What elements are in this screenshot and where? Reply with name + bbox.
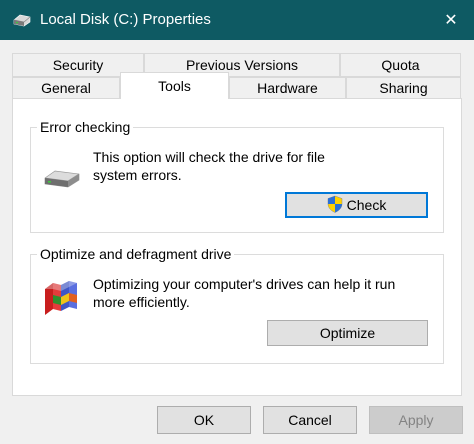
drive-icon [43, 166, 81, 195]
defrag-icon [41, 275, 85, 320]
optimize-group: Optimize and defragment drive Optimizing… [30, 246, 444, 364]
error-checking-description-line2: system errors. [93, 167, 182, 183]
optimize-description-line2: more efficiently. [93, 294, 190, 310]
uac-shield-icon [327, 195, 343, 216]
properties-window: Local Disk (C:) Properties ✕ Security Pr… [0, 0, 474, 444]
title-bar[interactable]: Local Disk (C:) Properties ✕ [0, 0, 474, 40]
error-checking-title: Error checking [37, 119, 134, 135]
close-icon: ✕ [444, 12, 458, 29]
close-button[interactable]: ✕ [428, 0, 474, 40]
error-checking-description-line1: This option will check the drive for fil… [93, 149, 325, 165]
check-button-label: Check [346, 197, 387, 213]
check-button[interactable]: Check [285, 192, 428, 218]
optimize-title: Optimize and defragment drive [37, 246, 235, 262]
apply-button[interactable]: Apply [369, 406, 463, 434]
tools-tab-panel: Error checking This option will check th… [12, 98, 462, 396]
optimize-description-line1: Optimizing your computer's drives can he… [93, 276, 396, 292]
cancel-button[interactable]: Cancel [263, 406, 357, 434]
tab-tools[interactable]: Tools [120, 72, 229, 99]
tab-quota[interactable]: Quota [340, 53, 461, 77]
optimize-button[interactable]: Optimize [267, 320, 428, 346]
tab-sharing[interactable]: Sharing [346, 77, 461, 99]
tab-general[interactable]: General [12, 77, 120, 99]
optimize-button-label: Optimize [319, 325, 376, 341]
window-title: Local Disk (C:) Properties [40, 11, 211, 28]
tab-hardware[interactable]: Hardware [229, 77, 346, 99]
drive-icon [12, 11, 32, 29]
ok-button[interactable]: OK [157, 406, 251, 434]
error-checking-group: Error checking This option will check th… [30, 119, 444, 233]
